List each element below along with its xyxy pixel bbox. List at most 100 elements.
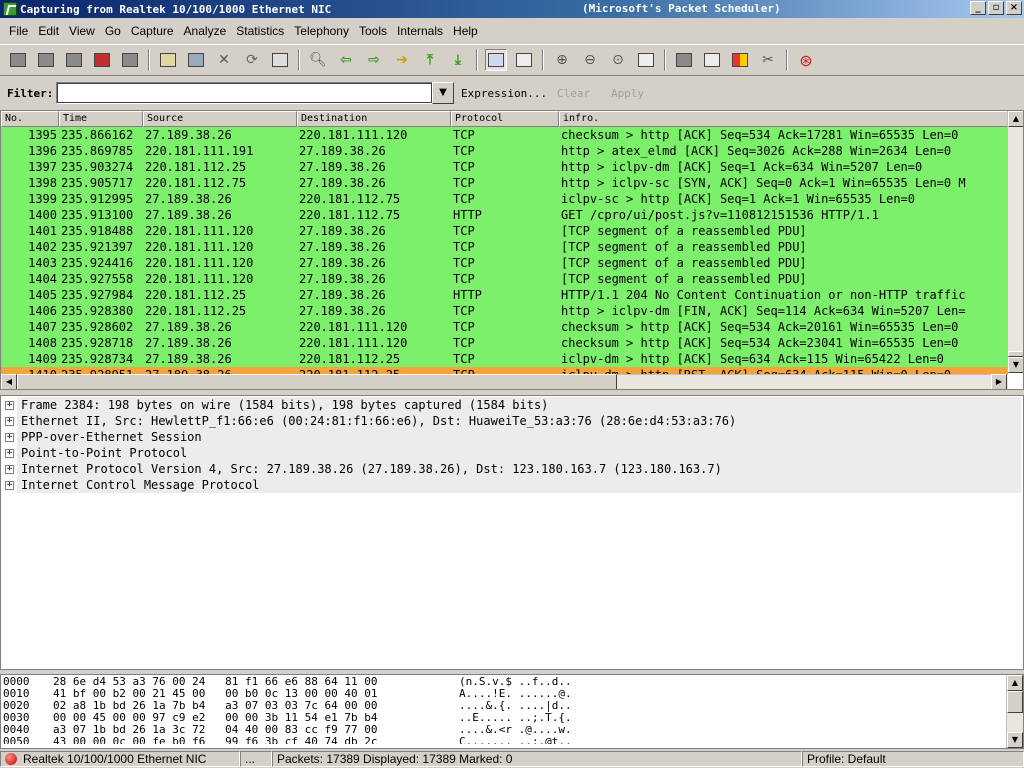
packet-row[interactable]: 1402 235.921397 220.181.111.120 27.189.38.2… [1, 239, 1008, 255]
scroll-down-arrow-icon[interactable]: ▼ [1008, 357, 1023, 373]
go-back-button[interactable]: ⇦ [335, 49, 357, 71]
packet-row[interactable]: 1401 235.918488 220.181.111.120 27.189.38.2… [1, 223, 1008, 239]
menu-tools[interactable]: Tools [354, 24, 392, 38]
packet-row[interactable]: 1405 235.927984 220.181.112.25 27.189.38.26… [1, 287, 1008, 303]
packet-row[interactable]: 1409 235.928734 27.189.38.26 220.181.112.25… [1, 351, 1008, 367]
expand-plus-icon[interactable]: + [5, 448, 14, 458]
menu-analyze[interactable]: Analyze [179, 24, 232, 38]
go-first-button[interactable]: ⤒ [419, 49, 441, 71]
open-file-button[interactable] [157, 49, 179, 71]
coloring-rules-button[interactable] [729, 49, 751, 71]
status-profile[interactable]: Profile: Default [802, 751, 1024, 767]
preferences-button[interactable]: ✂ [757, 49, 779, 71]
packet-list-hscrollbar[interactable]: ◀ ▶ [1, 374, 1008, 389]
packet-row[interactable]: 1395 235.866162 27.189.38.26 220.181.111.12… [1, 127, 1008, 143]
packet-no: 1396 [28, 144, 57, 158]
scroll-down-arrow-icon[interactable]: ▼ [1007, 732, 1023, 748]
capture-options-button[interactable] [35, 49, 57, 71]
start-capture-button[interactable] [63, 49, 85, 71]
packet-row[interactable]: 1408 235.928718 27.189.38.26 220.181.111.12… [1, 335, 1008, 351]
hscroll-thumb[interactable] [17, 374, 617, 389]
resize-columns-button[interactable] [635, 49, 657, 71]
restart-capture-button[interactable] [119, 49, 141, 71]
packet-row[interactable]: 1403 235.924416 220.181.111.120 27.189.38.2… [1, 255, 1008, 271]
menu-capture[interactable]: Capture [126, 24, 179, 38]
expand-plus-icon[interactable]: + [5, 464, 14, 474]
expand-plus-icon[interactable]: + [5, 416, 14, 426]
packet-row[interactable]: 1396 235.869785 220.181.111.191 27.189.38.2… [1, 143, 1008, 159]
scroll-left-arrow-icon[interactable]: ◀ [1, 374, 17, 389]
packet-row[interactable]: 1400 235.913100 27.189.38.26 220.181.112.75… [1, 207, 1008, 223]
packet-row[interactable]: 1406 235.928380 220.181.112.25 27.189.38.26… [1, 303, 1008, 319]
expand-plus-icon[interactable]: + [5, 432, 14, 442]
packet-list-vscrollbar[interactable]: ▲ ▼ [1007, 111, 1023, 373]
capture-filters-button[interactable] [673, 49, 695, 71]
interfaces-button[interactable] [7, 49, 29, 71]
expand-plus-icon[interactable]: + [5, 480, 14, 490]
filter-input[interactable] [56, 82, 433, 104]
go-to-packet-button[interactable]: ➔ [391, 49, 413, 71]
packet-source: 27.189.38.26 [145, 128, 232, 142]
packet-row[interactable]: 1399 235.912995 27.189.38.26 220.181.112.75… [1, 191, 1008, 207]
auto-scroll-button[interactable] [513, 49, 535, 71]
find-packet-button[interactable]: 🔍︎ [307, 49, 329, 71]
column-header-time[interactable]: Time [59, 111, 143, 127]
menu-go[interactable]: Go [100, 24, 126, 38]
column-header-protocol[interactable]: Protocol [451, 111, 559, 127]
detail-row-frame[interactable]: + Frame 2384: 198 bytes on wire (1584 bit… [5, 397, 548, 413]
scroll-thumb[interactable] [1007, 691, 1023, 713]
stop-capture-button[interactable] [91, 49, 113, 71]
reload-button[interactable]: ⟳ [241, 49, 263, 71]
scroll-right-arrow-icon[interactable]: ▶ [991, 374, 1007, 389]
hex-row[interactable]: 0050 43 00 00 0c 00 fe b0 f6 99 f6 3b cf … [3, 736, 619, 744]
zoom-in-button[interactable]: ⊕ [551, 49, 573, 71]
capture-running-icon[interactable] [5, 753, 17, 765]
column-header-no[interactable]: No. [1, 111, 59, 127]
packet-no: 1408 [28, 336, 57, 350]
detail-row-ethernet[interactable]: + Ethernet II, Src: HewlettP_f1:66:e6 (00… [5, 413, 736, 429]
clear-button[interactable]: Clear [557, 87, 590, 100]
go-last-button[interactable]: ⤓ [447, 49, 469, 71]
close-file-button[interactable]: ✕ [213, 49, 235, 71]
start-capture-icon [66, 53, 82, 67]
column-header-destination[interactable]: Destination [297, 111, 451, 127]
menu-statistics[interactable]: Statistics [231, 24, 289, 38]
menu-telephony[interactable]: Telephony [289, 24, 354, 38]
colorize-button[interactable] [485, 49, 507, 71]
detail-row-icmp[interactable]: + Internet Control Message Protocol [5, 477, 259, 493]
menu-edit[interactable]: Edit [33, 24, 64, 38]
detail-row-ppp[interactable]: + Point-to-Point Protocol [5, 445, 187, 461]
column-header-source[interactable]: Source [143, 111, 297, 127]
minimize-button[interactable]: _ [970, 1, 986, 15]
hex-vscrollbar[interactable]: ▲ ▼ [1006, 675, 1023, 748]
apply-button[interactable]: Apply [611, 87, 644, 100]
menu-help[interactable]: Help [448, 24, 483, 38]
go-forward-button[interactable]: ⇨ [363, 49, 385, 71]
zoom-out-button[interactable]: ⊖ [579, 49, 601, 71]
normal-size-button[interactable]: ⊙ [607, 49, 629, 71]
scroll-up-arrow-icon[interactable]: ▲ [1007, 675, 1023, 691]
expand-plus-icon[interactable]: + [5, 400, 14, 410]
detail-row-ipv4[interactable]: + Internet Protocol Version 4, Src: 27.18… [5, 461, 722, 477]
packet-row[interactable]: 1407 235.928602 27.189.38.26 220.181.111.12… [1, 319, 1008, 335]
filter-dropdown-button[interactable]: ▼ [432, 82, 454, 104]
scroll-up-arrow-icon[interactable]: ▲ [1008, 111, 1023, 127]
packet-info: checksum > http [ACK] Seq=534 Ack=17281 … [561, 128, 959, 142]
menu-internals[interactable]: Internals [392, 24, 448, 38]
packet-row[interactable]: 1404 235.927558 220.181.111.120 27.189.38.2… [1, 271, 1008, 287]
hex-row[interactable]: 0040 a3 07 1b bd 26 1a 3c 72 04 40 00 83 … [3, 724, 619, 736]
packet-row[interactable]: 1397 235.903274 220.181.112.25 27.189.38.26… [1, 159, 1008, 175]
display-filters-button[interactable] [701, 49, 723, 71]
help-button[interactable]: ⊛ [795, 49, 817, 71]
detail-row-pppoe[interactable]: + PPP-over-Ethernet Session [5, 429, 202, 445]
menu-view[interactable]: View [64, 24, 100, 38]
column-header-info[interactable]: infro. [559, 111, 1008, 127]
menu-file[interactable]: File [4, 24, 33, 38]
expression-button[interactable]: Expression... [461, 87, 547, 100]
close-button[interactable]: × [1006, 1, 1022, 15]
save-file-button[interactable] [185, 49, 207, 71]
packet-row[interactable]: 1398 235.905717 220.181.112.75 27.189.38.26… [1, 175, 1008, 191]
maximize-button[interactable]: ▫ [988, 1, 1004, 15]
print-button[interactable] [269, 49, 291, 71]
status-more[interactable]: ... [240, 751, 272, 767]
